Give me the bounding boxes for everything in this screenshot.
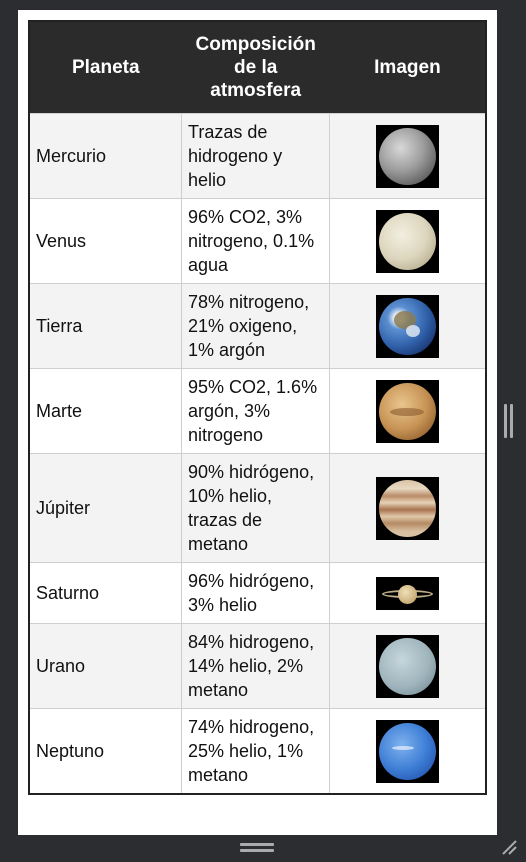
planet-name: Saturno xyxy=(28,562,182,624)
vertical-resize-handle[interactable] xyxy=(504,404,513,438)
table-row: Júpiter 90% hidrógeno, 10% helio, trazas… xyxy=(28,453,487,563)
mercury-image xyxy=(376,124,440,188)
planets-table: Planeta Composición de la atmosfera Imag… xyxy=(28,20,487,795)
content-panel: Planeta Composición de la atmosfera Imag… xyxy=(18,10,497,835)
planet-name: Tierra xyxy=(28,283,182,369)
jupiter-image xyxy=(376,476,440,540)
planet-atmosphere: 78% nitrogeno, 21% oxigeno, 1% argón xyxy=(180,283,331,369)
horizontal-resize-handle[interactable] xyxy=(240,843,274,852)
table-row: Tierra 78% nitrogeno, 21% oxigeno, 1% ar… xyxy=(28,283,487,369)
venus-image xyxy=(376,209,440,273)
neptune-image xyxy=(376,719,440,783)
table-row: Marte 95% CO2, 1.6% argón, 3% nitrogeno xyxy=(28,368,487,454)
header-planet: Planeta xyxy=(29,21,182,114)
planet-name: Júpiter xyxy=(28,453,182,563)
table-row: Venus 96% CO2, 3% nitrogeno, 0.1% agua xyxy=(28,198,487,284)
planet-atmosphere: 96% hidrógeno, 3% helio xyxy=(180,562,331,624)
table-row: Neptuno 74% hidrogeno, 25% helio, 1% met… xyxy=(28,708,487,795)
table-row: Mercurio Trazas de hidrogeno y helio xyxy=(28,113,487,199)
earth-image xyxy=(376,294,440,358)
planet-atmosphere: 84% hidrogeno, 14% helio, 2% metano xyxy=(180,623,331,709)
mars-image xyxy=(376,379,440,443)
header-composition: Composición de la atmosfera xyxy=(181,21,330,114)
planet-name: Marte xyxy=(28,368,182,454)
saturn-image xyxy=(376,576,440,610)
table-header-row: Planeta Composición de la atmosfera Imag… xyxy=(29,21,486,114)
header-image: Imagen xyxy=(329,21,486,114)
planet-atmosphere: 74% hidrogeno, 25% helio, 1% metano xyxy=(180,708,331,795)
table-row: Saturno 96% hidrógeno, 3% helio xyxy=(28,562,487,624)
planet-atmosphere: Trazas de hidrogeno y helio xyxy=(180,113,331,199)
uranus-image xyxy=(376,634,440,698)
planet-atmosphere: 95% CO2, 1.6% argón, 3% nitrogeno xyxy=(180,368,331,454)
planet-name: Venus xyxy=(28,198,182,284)
planet-name: Urano xyxy=(28,623,182,709)
table-row: Urano 84% hidrogeno, 14% helio, 2% metan… xyxy=(28,623,487,709)
planet-name: Mercurio xyxy=(28,113,182,199)
corner-resize-icon[interactable] xyxy=(500,838,518,856)
window-top-bar xyxy=(0,0,526,10)
planet-atmosphere: 96% CO2, 3% nitrogeno, 0.1% agua xyxy=(180,198,331,284)
planet-name: Neptuno xyxy=(28,708,182,795)
planet-atmosphere: 90% hidrógeno, 10% helio, trazas de meta… xyxy=(180,453,331,563)
